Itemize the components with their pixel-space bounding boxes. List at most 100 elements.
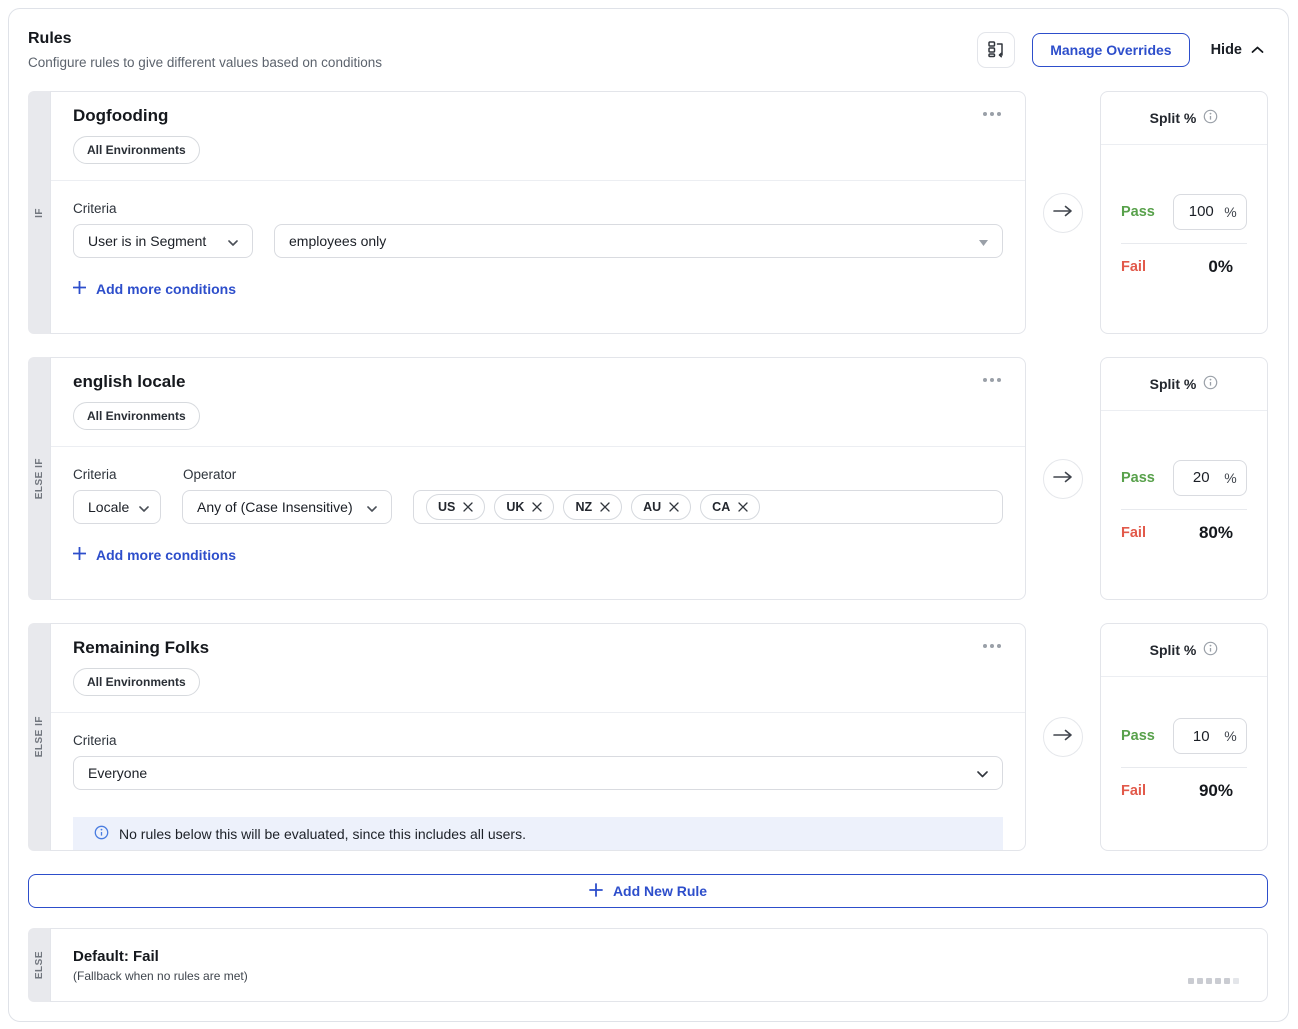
default-rule-card: Default: Fail (Fallback when no rules ar… — [50, 928, 1268, 1002]
header-actions: Manage Overrides Hide — [977, 28, 1268, 68]
fail-percent-value: 0% — [1208, 257, 1233, 277]
info-icon[interactable] — [1203, 109, 1218, 127]
rule-card-body: Criteria Operator Locale Any of (Case In… — [51, 447, 1025, 599]
environment-badge: All Environments — [73, 402, 200, 430]
pass-percent-box: % — [1173, 194, 1247, 230]
fail-label: Fail — [1121, 783, 1146, 799]
split-panel-dogfooding: Split % Pass % Fail 0% — [1100, 91, 1268, 334]
pass-label: Pass — [1121, 204, 1155, 220]
add-new-rule-button[interactable]: Add New Rule — [28, 874, 1268, 908]
plus-icon — [589, 883, 603, 900]
rule-result-arrow — [1043, 193, 1083, 233]
manage-overrides-button[interactable]: Manage Overrides — [1032, 33, 1189, 67]
more-options-button[interactable] — [979, 108, 1005, 120]
locale-tag: UK — [494, 494, 554, 520]
default-rule-subtitle: (Fallback when no rules are met) — [73, 969, 1237, 983]
criteria-select[interactable]: User is in Segment — [73, 224, 253, 258]
criteria-select[interactable]: Locale — [73, 490, 161, 524]
pass-percent-input[interactable] — [1183, 203, 1219, 220]
rules-panel: Rules Configure rules to give different … — [8, 8, 1289, 1022]
fail-label: Fail — [1121, 525, 1146, 541]
rule-row-dogfooding: IF Dogfooding All Environments Criteria … — [28, 91, 1268, 334]
keyword-strip-else-if: ELSE IF — [28, 357, 50, 600]
rule-card-header: Dogfooding All Environments — [51, 92, 1025, 181]
pass-label: Pass — [1121, 470, 1155, 486]
locale-tag: NZ — [563, 494, 622, 520]
chevron-down-icon — [367, 499, 377, 515]
keyword-strip-if: IF — [28, 91, 50, 334]
rule-name: Dogfooding — [73, 106, 1003, 126]
rule-card-body: Criteria User is in Segment employees on… — [51, 181, 1025, 333]
add-more-conditions-button[interactable]: Add more conditions — [73, 281, 236, 297]
criteria-label: Criteria — [73, 467, 183, 482]
drag-handle[interactable] — [1188, 978, 1239, 984]
info-icon[interactable] — [1203, 375, 1218, 393]
remove-tag-button[interactable] — [738, 502, 748, 512]
pass-percent-input[interactable] — [1183, 728, 1219, 745]
remove-tag-button[interactable] — [600, 502, 610, 512]
chevron-down-icon — [977, 765, 988, 781]
rule-card-dogfooding: Dogfooding All Environments Criteria Use… — [50, 91, 1026, 334]
remove-tag-button[interactable] — [463, 502, 473, 512]
default-rule-title: Default: Fail — [73, 948, 1237, 965]
rule-card-header: english locale All Environments — [51, 358, 1025, 447]
rule-row-english-locale: ELSE IF english locale All Environments … — [28, 357, 1268, 600]
rule-card-header: Remaining Folks All Environments — [51, 624, 1025, 713]
page-subtitle: Configure rules to give different values… — [28, 55, 382, 70]
rule-result-arrow — [1043, 459, 1083, 499]
locale-tag: US — [426, 494, 485, 520]
add-more-conditions-button[interactable]: Add more conditions — [73, 547, 236, 563]
keyword-strip-else: ELSE — [28, 928, 50, 1002]
info-icon[interactable] — [1203, 641, 1218, 659]
fail-percent-value: 90% — [1199, 781, 1233, 801]
segment-combobox[interactable]: employees only — [274, 224, 1003, 258]
caret-down-icon — [979, 233, 988, 249]
hide-label: Hide — [1211, 42, 1242, 58]
remove-tag-button[interactable] — [532, 502, 542, 512]
arrow-right-icon — [1053, 470, 1073, 488]
criteria-label: Criteria — [73, 201, 117, 216]
rule-card-remaining-folks: Remaining Folks All Environments Criteri… — [50, 623, 1026, 851]
locale-tag: CA — [700, 494, 760, 520]
chevron-down-icon — [139, 499, 149, 515]
operator-label: Operator — [183, 467, 236, 482]
chevron-down-icon — [228, 233, 238, 249]
locale-values-input[interactable]: US UK NZ AU — [413, 490, 1003, 524]
chevron-up-icon — [1251, 42, 1264, 58]
hide-toggle[interactable]: Hide — [1207, 42, 1268, 58]
info-icon — [94, 825, 109, 843]
pass-label: Pass — [1121, 728, 1155, 744]
fail-percent-value: 80% — [1199, 523, 1233, 543]
operator-select[interactable]: Any of (Case Insensitive) — [182, 490, 392, 524]
all-users-note: No rules below this will be evaluated, s… — [73, 817, 1003, 850]
fail-label: Fail — [1121, 259, 1146, 275]
environment-badge: All Environments — [73, 668, 200, 696]
split-title: Split % — [1150, 642, 1197, 658]
split-panel-english-locale: Split % Pass % Fail 80% — [1100, 357, 1268, 600]
pass-percent-input[interactable] — [1183, 469, 1219, 486]
rule-result-arrow — [1043, 717, 1083, 757]
remove-tag-button[interactable] — [669, 502, 679, 512]
rule-name: english locale — [73, 372, 1003, 392]
rule-card-english-locale: english locale All Environments Criteria… — [50, 357, 1026, 600]
rule-order-button[interactable] — [977, 32, 1015, 68]
default-rule-row: ELSE Default: Fail (Fallback when no rul… — [28, 928, 1268, 1002]
plus-icon — [73, 281, 86, 297]
criteria-select[interactable]: Everyone — [73, 756, 1003, 790]
more-options-button[interactable] — [979, 374, 1005, 386]
rule-row-remaining-folks: ELSE IF Remaining Folks All Environments… — [28, 623, 1268, 851]
arrow-right-icon — [1053, 728, 1073, 746]
plus-icon — [73, 547, 86, 563]
more-options-button[interactable] — [979, 640, 1005, 652]
split-panel-remaining-folks: Split % Pass % Fail 90% — [1100, 623, 1268, 851]
rule-card-body: Criteria Everyone No rules below this wi… — [51, 713, 1025, 850]
split-title: Split % — [1150, 110, 1197, 126]
rule-name: Remaining Folks — [73, 638, 1003, 658]
keyword-strip-else-if: ELSE IF — [28, 623, 50, 851]
arrow-right-icon — [1053, 204, 1073, 222]
pass-percent-box: % — [1173, 460, 1247, 496]
locale-tag: AU — [631, 494, 691, 520]
environment-badge: All Environments — [73, 136, 200, 164]
rule-order-icon — [986, 39, 1006, 62]
split-title: Split % — [1150, 376, 1197, 392]
